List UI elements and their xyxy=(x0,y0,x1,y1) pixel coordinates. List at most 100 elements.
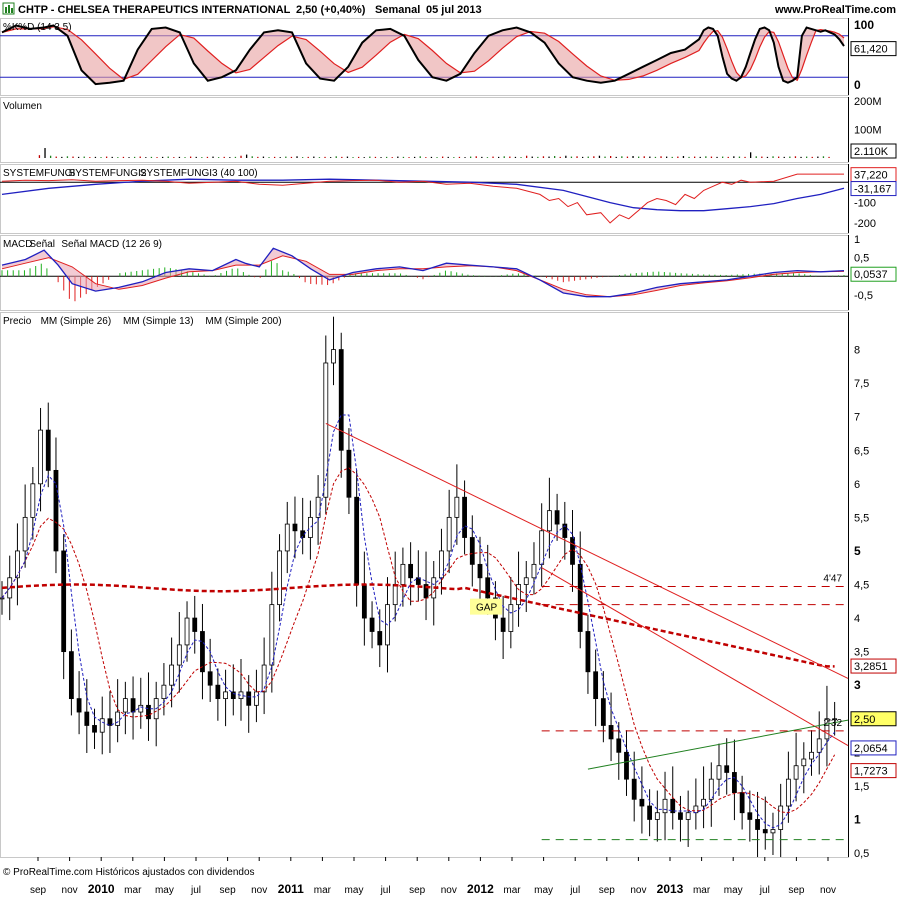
candle-body xyxy=(523,577,529,585)
y-tick-label: 0,5 xyxy=(854,253,869,265)
value-label: 37,220 xyxy=(854,170,888,182)
x-tick-label: 2010 xyxy=(88,882,115,896)
x-tick-label: sep xyxy=(220,885,237,896)
candle-body xyxy=(678,812,683,820)
candle-body xyxy=(215,684,221,700)
candle-body xyxy=(392,584,398,606)
candle-body xyxy=(354,496,360,585)
candle-body xyxy=(770,829,776,834)
x-tick-label: 2012 xyxy=(467,882,494,896)
candle-body xyxy=(115,711,121,726)
candle-body xyxy=(84,711,90,726)
candle-body xyxy=(624,751,629,780)
candle-body xyxy=(724,765,730,773)
x-tick-label: may xyxy=(155,885,174,896)
value-label: 61,420 xyxy=(854,44,888,56)
legend-item: %D (14 3 5) xyxy=(18,22,71,33)
candle-body xyxy=(539,530,545,565)
candle-body xyxy=(176,644,182,666)
candle-body xyxy=(169,664,175,686)
candle-body xyxy=(61,550,67,653)
candle-body xyxy=(701,798,706,807)
candle-body xyxy=(593,671,599,700)
value-label: 0,0537 xyxy=(854,269,888,281)
y-tick-label: 100M xyxy=(854,125,882,137)
candle-body xyxy=(554,510,560,525)
candle-body xyxy=(631,778,637,800)
value-label: 2,50 xyxy=(854,714,875,726)
candle-body xyxy=(76,698,82,713)
x-tick-label: jul xyxy=(190,885,201,896)
legend-item: %K xyxy=(3,22,19,33)
candle-body xyxy=(446,516,452,552)
candle-body xyxy=(716,765,722,780)
y-tick-label: 0 xyxy=(854,78,861,92)
candle-body xyxy=(192,617,198,632)
candle-body xyxy=(15,550,20,579)
gap-label: GAP xyxy=(476,603,497,614)
candle-body xyxy=(577,563,583,632)
header-period: Semanal xyxy=(375,4,420,16)
x-tick-label: nov xyxy=(251,885,267,896)
y-tick-label: 6,5 xyxy=(854,445,869,457)
x-tick-label: 2013 xyxy=(657,882,684,896)
y-tick-label: 200M xyxy=(854,96,882,108)
candle-body xyxy=(369,617,375,632)
y-tick-label: -200 xyxy=(854,218,876,230)
legend-item: SYSTEMFUNGI xyxy=(3,168,75,179)
candle-body xyxy=(462,496,467,538)
candle-body xyxy=(323,362,329,498)
legend-item: Volumen xyxy=(3,101,42,112)
candle-body xyxy=(68,651,74,700)
legend-item: MACD xyxy=(3,239,32,250)
candle-body xyxy=(45,429,51,471)
x-tick-label: nov xyxy=(820,885,836,896)
value-label: 2,0654 xyxy=(854,743,888,755)
candle-body xyxy=(30,483,36,518)
candle-body xyxy=(531,563,537,579)
candle-body xyxy=(516,584,521,606)
y-tick-label: 0,5 xyxy=(854,848,869,860)
candle-body xyxy=(685,812,691,820)
panel-frame-vol xyxy=(0,97,849,163)
header-site[interactable]: www.ProRealTime.com xyxy=(774,4,896,16)
y-tick-label: 8 xyxy=(854,345,860,357)
candle-body xyxy=(99,718,105,733)
legend-item: SYSTEMFUNGI2 xyxy=(69,168,147,179)
candle-body xyxy=(639,798,645,807)
y-tick-label: 7,5 xyxy=(854,378,869,390)
candle-body xyxy=(608,725,614,740)
y-tick-label: 6 xyxy=(854,479,860,491)
candle-body xyxy=(477,563,483,579)
y-tick-label: -100 xyxy=(854,198,876,210)
candle-body xyxy=(762,829,768,834)
candle-body xyxy=(331,349,336,364)
legend-item: MM (Simple 26) xyxy=(41,316,112,327)
x-tick-label: jul xyxy=(759,885,770,896)
y-tick-label: 4 xyxy=(854,613,860,625)
candle-body xyxy=(146,704,151,720)
candle-body xyxy=(254,691,259,706)
y-tick-label: 7 xyxy=(854,412,860,424)
candle-body xyxy=(161,684,167,700)
candle-body xyxy=(400,563,406,585)
x-tick-label: sep xyxy=(409,885,426,896)
x-tick-label: 2011 xyxy=(278,882,304,896)
candle-body xyxy=(647,805,653,820)
candle-body xyxy=(778,805,784,830)
footer-copyright: © ProRealTime.com Históricos ajustados c… xyxy=(3,867,255,878)
candle-body xyxy=(269,604,275,666)
annotation-label: 4'47 xyxy=(823,574,842,585)
x-tick-label: jul xyxy=(569,885,580,896)
candle-body xyxy=(755,819,760,830)
candle-body xyxy=(207,671,213,686)
x-tick-label: sep xyxy=(599,885,616,896)
y-tick-label: 3,5 xyxy=(854,647,869,659)
candle-body xyxy=(361,584,367,619)
y-tick-label: 4,5 xyxy=(854,580,869,592)
x-tick-label: nov xyxy=(441,885,457,896)
header-icon xyxy=(2,2,15,15)
legend-item: Precio xyxy=(3,316,32,327)
y-tick-label: 5 xyxy=(854,544,861,558)
candle-body xyxy=(223,691,228,700)
